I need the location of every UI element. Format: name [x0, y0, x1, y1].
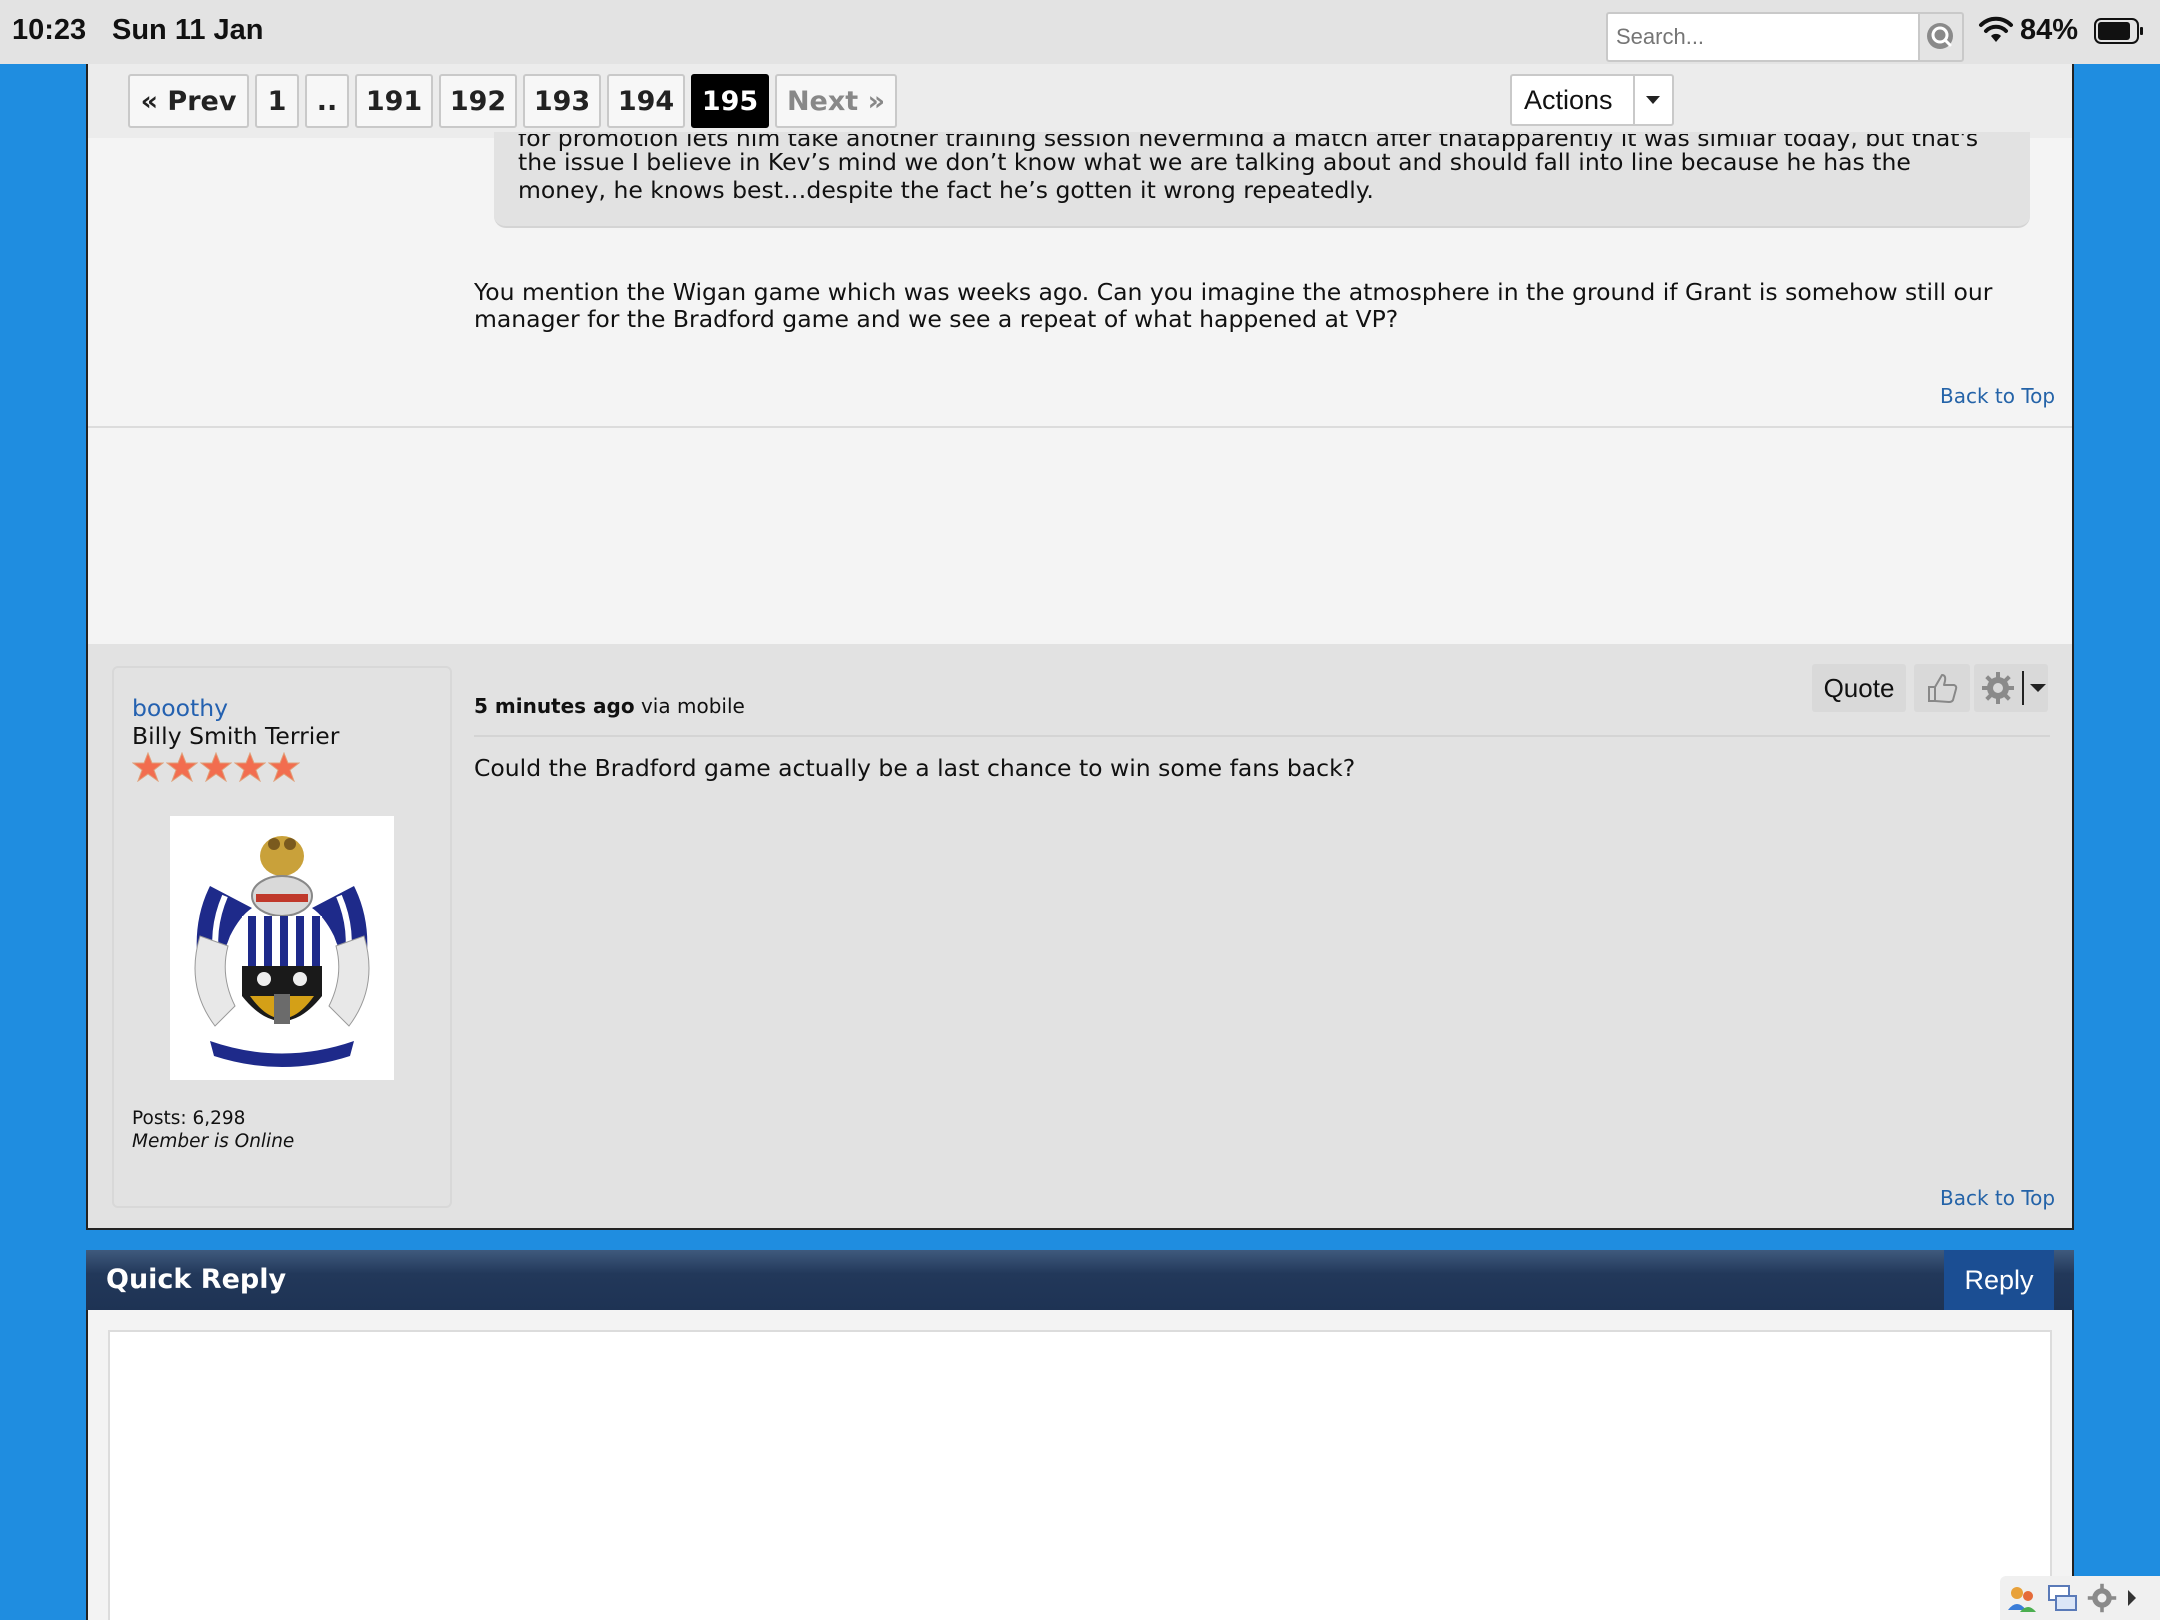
actions-label: Actions [1524, 84, 1613, 115]
like-button[interactable] [1914, 664, 1970, 712]
post-options-button[interactable] [1974, 664, 2048, 712]
wifi-icon [1979, 16, 2013, 42]
user-title: Billy Smith Terrier [132, 722, 340, 750]
star-icon [268, 752, 300, 782]
prev-page-button[interactable]: « Prev [128, 74, 249, 128]
star-icon [234, 752, 266, 782]
quick-reply-title: Quick Reply [106, 1264, 287, 1295]
star-icon [166, 752, 198, 782]
post-count: Posts: 6,298 [132, 1108, 246, 1129]
post-meta: 5 minutes ago via mobile [474, 694, 745, 718]
pagination: « Prev 1 .. 191 192 193 194 195 Next » [128, 74, 897, 128]
search-icon [1927, 23, 1953, 49]
back-to-top-link[interactable]: Back to Top [1940, 384, 2055, 408]
search-input[interactable] [1606, 12, 1920, 62]
chevron-right-icon[interactable] [2126, 1588, 2138, 1608]
avatar[interactable] [170, 816, 394, 1080]
chevron-down-icon [2030, 684, 2046, 692]
users-icon[interactable] [2006, 1582, 2038, 1614]
status-date: Sun 11 Jan [112, 14, 264, 46]
battery-percentage: 84% [2020, 14, 2079, 46]
online-status: Member is Online [132, 1131, 295, 1152]
floating-toolbar [2000, 1576, 2160, 1620]
quick-reply-textarea[interactable] [108, 1330, 2052, 1620]
club-crest-icon [194, 836, 370, 1067]
page-192-button[interactable]: 192 [439, 74, 517, 128]
post-divider [88, 426, 2072, 428]
page-193-button[interactable]: 193 [523, 74, 601, 128]
status-time: 10:23 [12, 14, 87, 46]
post-time: 5 minutes ago [474, 694, 635, 718]
quote-button[interactable]: Quote [1812, 664, 1906, 712]
username-link[interactable]: booothy [132, 694, 228, 722]
quick-reply-header: Quick Reply Reply [86, 1250, 2074, 1310]
page-ellipsis-button[interactable]: .. [305, 74, 349, 128]
post-message: Could the Bradford game actually be a la… [474, 754, 1356, 782]
meta-divider [474, 735, 2050, 737]
actions-dropdown[interactable]: Actions [1510, 74, 1674, 126]
gear-icon [1982, 672, 2014, 704]
quote-line-2: the issue I believe in Kev’s mind we don… [518, 148, 1911, 176]
settings-gear-icon[interactable] [2086, 1582, 2118, 1614]
search-button[interactable] [1918, 12, 1964, 62]
chevron-down-icon[interactable] [1632, 76, 1672, 124]
battery-icon [2094, 18, 2143, 44]
page-1-button[interactable]: 1 [255, 74, 299, 128]
chat-icon[interactable] [2046, 1582, 2078, 1614]
reply-button[interactable]: Reply [1944, 1250, 2054, 1310]
post-text-line-1: You mention the Wigan game which was wee… [474, 278, 1993, 306]
quote-line-3: money, he knows best…despite the fact he… [518, 176, 1374, 204]
next-page-button[interactable]: Next » [775, 74, 897, 128]
user-rank-stars [132, 752, 300, 782]
thumbs-up-icon [1928, 674, 1958, 703]
current-page-button[interactable]: 195 [691, 74, 769, 128]
page-191-button[interactable]: 191 [355, 74, 433, 128]
options-separator [2022, 671, 2024, 705]
thread-toolbar: « Prev 1 .. 191 192 193 194 195 Next » A… [88, 64, 2072, 138]
star-icon [132, 752, 164, 782]
post-via: via mobile [640, 694, 745, 718]
post-text-line-2: manager for the Bradford game and we see… [474, 305, 1399, 333]
star-icon [200, 752, 232, 782]
back-to-top-link[interactable]: Back to Top [1940, 1186, 2055, 1210]
page-194-button[interactable]: 194 [607, 74, 685, 128]
